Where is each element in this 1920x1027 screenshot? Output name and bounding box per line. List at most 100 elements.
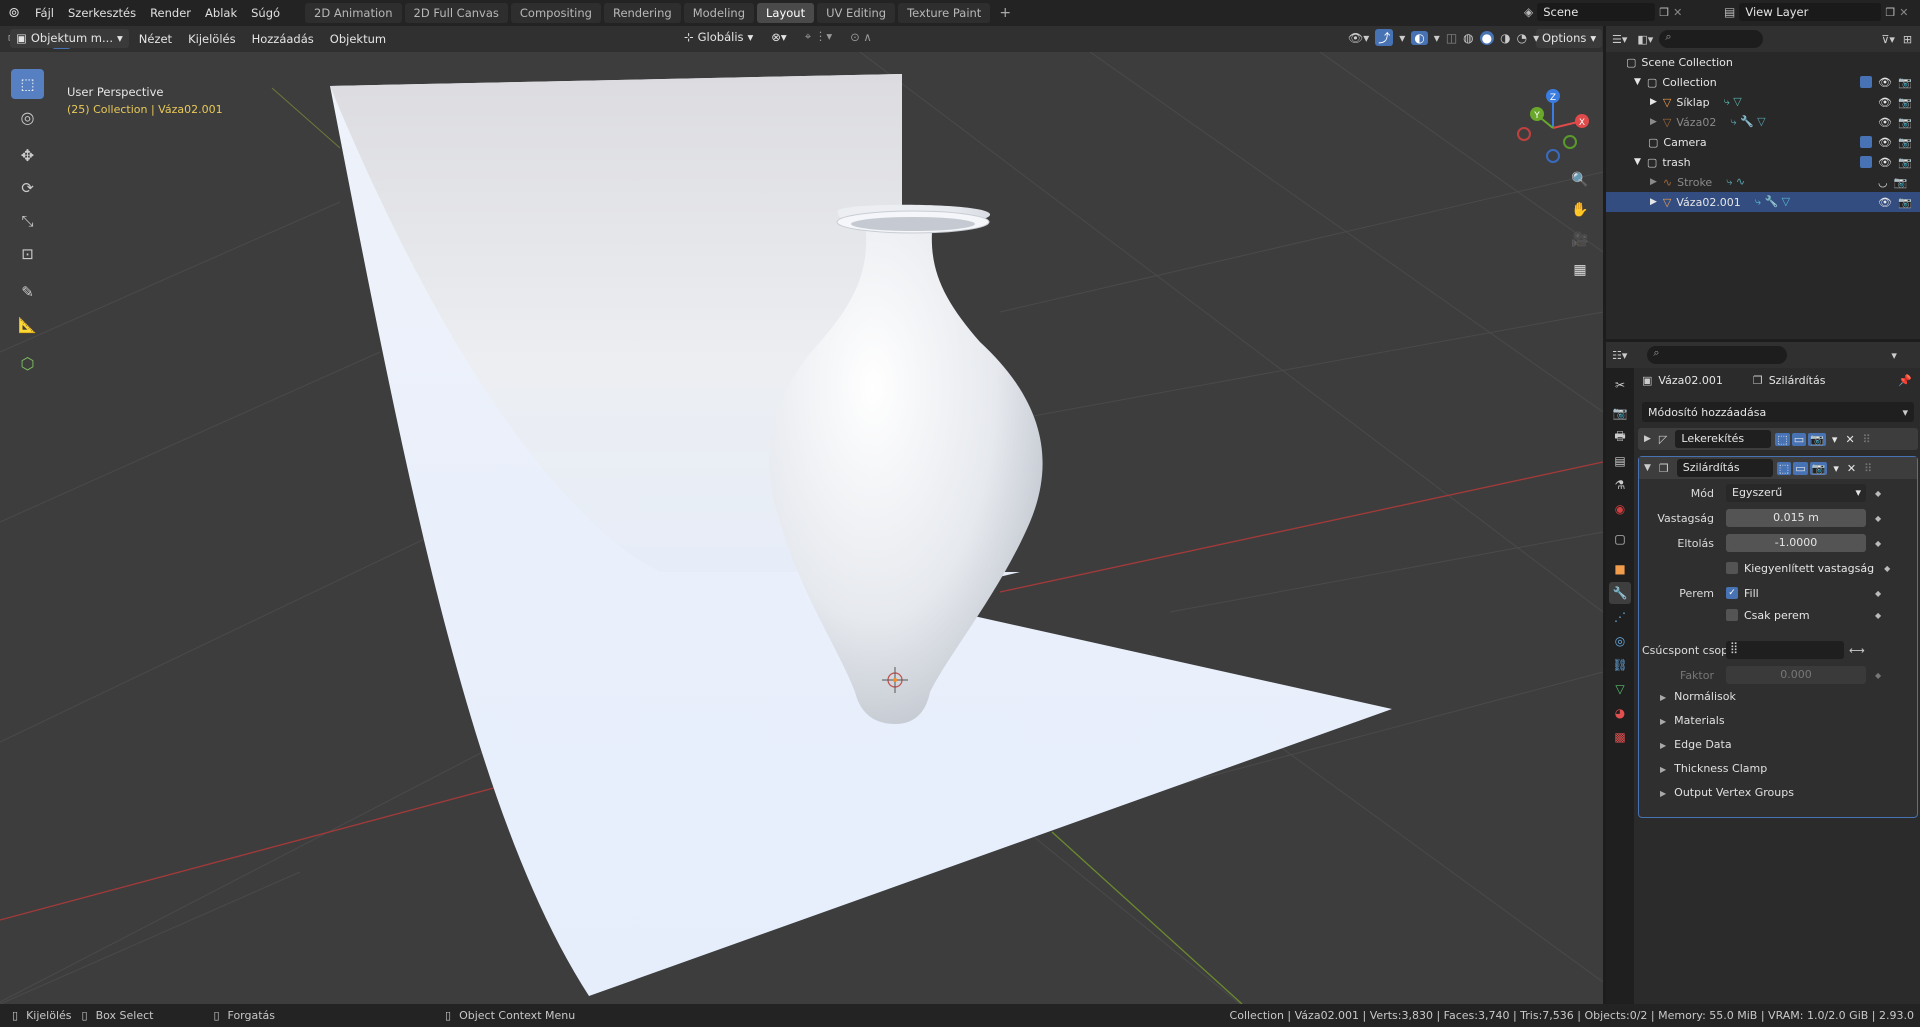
copy-scene-icon[interactable]: ❐ bbox=[1659, 6, 1669, 19]
remove-scene-icon[interactable]: ✕ bbox=[1673, 6, 1682, 19]
eye-icon[interactable]: 👁 bbox=[1878, 76, 1892, 89]
particles-tab-icon[interactable]: ⋰ bbox=[1609, 606, 1631, 628]
copy-view-layer-icon[interactable]: ❐ bbox=[1885, 6, 1895, 19]
outliner-row-vaza02[interactable]: ▶ ▽ Váza02 ⤷ 🔧 ▽ 👁 📷 bbox=[1606, 112, 1920, 132]
overlay-toggle-icon[interactable]: ◐ bbox=[1411, 30, 1428, 45]
subpanel-materials[interactable]: ▶ Materials bbox=[1660, 714, 1725, 727]
render-tab-icon[interactable]: 📷 bbox=[1609, 402, 1631, 424]
display-mode-icon[interactable]: ◧▾ bbox=[1637, 33, 1653, 46]
row-controls[interactable]: 👁 📷 bbox=[1878, 96, 1912, 109]
material-tab-icon[interactable]: ◕ bbox=[1609, 702, 1631, 724]
row-controls[interactable]: ◡ 📷 bbox=[1878, 176, 1907, 189]
render-camera-icon[interactable]: 📷 bbox=[1898, 136, 1912, 149]
tab-rendering[interactable]: Rendering bbox=[603, 3, 681, 23]
navigation-gizmo[interactable]: Z X Y bbox=[1517, 89, 1589, 163]
blender-logo-icon[interactable]: ⊚ bbox=[0, 5, 28, 21]
tab-modeling[interactable]: Modeling bbox=[683, 3, 755, 23]
move-tool-icon[interactable]: ✥ bbox=[11, 140, 44, 170]
pivot-icon[interactable]: ⊗▾ bbox=[765, 30, 792, 44]
row-controls[interactable]: 👁 📷 bbox=[1878, 116, 1912, 129]
gizmo-toggle-icon[interactable]: ⤴ bbox=[1375, 29, 1394, 46]
exclude-checkbox[interactable] bbox=[1860, 75, 1872, 88]
remove-view-layer-icon[interactable]: ✕ bbox=[1899, 6, 1908, 19]
chevron-down-icon[interactable]: ▾ bbox=[1533, 31, 1539, 45]
scale-tool-icon[interactable]: ⤡ bbox=[11, 206, 44, 236]
tab-2d-animation[interactable]: 2D Animation bbox=[305, 3, 402, 23]
camera-view-icon[interactable]: 🎥 bbox=[1566, 226, 1594, 254]
texture-tab-icon[interactable]: ▩ bbox=[1609, 726, 1631, 748]
outliner-editor-icon[interactable]: ☰▾ bbox=[1612, 33, 1627, 46]
render-camera-icon[interactable]: 📷 bbox=[1898, 116, 1912, 129]
expand-arrow-icon[interactable]: ▶ bbox=[1644, 434, 1651, 444]
edit-mode-toggle-icon[interactable]: ⬚ bbox=[1776, 461, 1792, 475]
even-thickness-checkbox[interactable] bbox=[1726, 562, 1738, 574]
eye-icon[interactable]: 👁 bbox=[1878, 196, 1892, 209]
orientation-dropdown[interactable]: ⊹ Globális ▾ bbox=[678, 30, 759, 44]
rendered-shading-icon[interactable]: ◔ bbox=[1517, 31, 1527, 45]
render-camera-icon[interactable]: 📷 bbox=[1894, 176, 1908, 189]
new-collection-icon[interactable]: ⊞ bbox=[1903, 33, 1912, 46]
physics-tab-icon[interactable]: ◎ bbox=[1609, 630, 1631, 652]
world-tab-icon[interactable]: ◉ bbox=[1609, 498, 1631, 520]
render-camera-icon[interactable]: 📷 bbox=[1898, 96, 1912, 109]
only-rim-checkbox[interactable] bbox=[1726, 609, 1738, 621]
eye-icon[interactable]: 👁 bbox=[1878, 116, 1892, 129]
object-mode-dropdown[interactable]: ▣ Objektum m... ▾ bbox=[10, 29, 129, 48]
chevron-down-icon[interactable]: ▾ bbox=[1434, 31, 1440, 45]
outliner-row-stroke[interactable]: ▶ ∿ Stroke ⤷ ∿ ◡ 📷 bbox=[1606, 172, 1920, 192]
keyframe-dot-icon[interactable]: ◆ bbox=[1875, 514, 1881, 523]
view-layer-field[interactable]: View Layer bbox=[1739, 3, 1882, 21]
chevron-down-icon[interactable]: ▾ bbox=[1832, 433, 1838, 446]
solid-shading-icon[interactable]: ● bbox=[1479, 30, 1495, 45]
3d-viewport[interactable]: Z X Y User Perspective (25) Collection |… bbox=[0, 52, 1603, 1004]
expand-arrow-icon[interactable]: ▶ bbox=[1650, 197, 1657, 207]
expand-arrow-icon[interactable]: ▼ bbox=[1634, 77, 1641, 87]
delete-modifier-icon[interactable]: ✕ bbox=[1845, 433, 1854, 446]
outliner-row-scene-collection[interactable]: ▢ Scene Collection bbox=[1606, 52, 1920, 72]
render-camera-icon[interactable]: 📷 bbox=[1898, 76, 1912, 89]
expand-arrow-icon[interactable]: ▶ bbox=[1650, 97, 1657, 107]
properties-editor-icon[interactable]: ☷▾ bbox=[1612, 349, 1627, 362]
outliner-row-camera[interactable]: ▢ Camera 👁 📷 bbox=[1606, 132, 1920, 152]
visibility-icon[interactable]: 👁▾ bbox=[1348, 31, 1369, 45]
scene-field[interactable]: Scene bbox=[1537, 3, 1656, 21]
menu-window[interactable]: Ablak bbox=[198, 0, 244, 26]
cursor-tool-icon[interactable]: ◎ bbox=[11, 102, 44, 132]
transform-tool-icon[interactable]: ⊡ bbox=[11, 239, 44, 269]
row-controls[interactable]: 👁 📷 bbox=[1878, 196, 1912, 209]
wireframe-shading-icon[interactable]: ◍ bbox=[1463, 31, 1473, 45]
modifier-name-field[interactable]: Szilárdítás bbox=[1676, 459, 1773, 477]
eye-hidden-icon[interactable]: ◡ bbox=[1878, 176, 1888, 189]
tab-2d-full-canvas[interactable]: 2D Full Canvas bbox=[404, 3, 508, 23]
offset-field[interactable]: -1.0000 bbox=[1726, 534, 1866, 552]
keyframe-dot-icon[interactable]: ◆ bbox=[1875, 489, 1881, 498]
drag-handle-icon[interactable]: ⠿ bbox=[1863, 433, 1871, 446]
render-toggle-icon[interactable]: 📷 bbox=[1808, 432, 1826, 446]
subpanel-normals[interactable]: ▶ Normálisok bbox=[1660, 690, 1736, 703]
render-camera-icon[interactable]: 📷 bbox=[1898, 156, 1912, 169]
menu-render[interactable]: Render bbox=[143, 0, 198, 26]
snap-icon[interactable]: ⌖ ⋮▾ bbox=[799, 29, 838, 44]
options-dropdown[interactable]: Options ▾ bbox=[1536, 29, 1603, 48]
viewport-toggle-icon[interactable]: ▭ bbox=[1791, 432, 1807, 446]
outliner-row-siklap[interactable]: ▶ ▽ Síklap ⤷ ▽ 👁 📷 bbox=[1606, 92, 1920, 112]
fill-rim-checkbox[interactable]: ✓ bbox=[1726, 587, 1738, 599]
scene-tab-icon[interactable]: ⚗ bbox=[1609, 474, 1631, 496]
view-layer-icon[interactable]: ▤ bbox=[1724, 5, 1735, 19]
rotate-tool-icon[interactable]: ⟳ bbox=[11, 173, 44, 203]
filter-icon[interactable]: ⊽▾ bbox=[1881, 33, 1895, 46]
eye-icon[interactable]: 👁 bbox=[1878, 156, 1892, 169]
zoom-icon[interactable]: 🔍 bbox=[1566, 166, 1594, 194]
add-modifier-dropdown[interactable]: Módosító hozzáadása ▾ bbox=[1642, 402, 1914, 422]
row-controls[interactable]: 👁 📷 bbox=[1860, 155, 1912, 169]
scene-icon[interactable]: ◈ bbox=[1524, 5, 1533, 19]
measure-tool-icon[interactable]: 📐 bbox=[11, 310, 44, 340]
add-workspace-button[interactable]: + bbox=[993, 5, 1017, 21]
render-camera-icon[interactable]: 📷 bbox=[1898, 196, 1912, 209]
factor-field[interactable]: 0.000 bbox=[1726, 666, 1866, 684]
eye-icon[interactable]: 👁 bbox=[1878, 96, 1892, 109]
exclude-checkbox[interactable] bbox=[1860, 155, 1872, 168]
properties-search-input[interactable]: ⌕ bbox=[1647, 346, 1788, 364]
select-box-tool-icon[interactable]: ⬚ bbox=[11, 69, 44, 99]
invert-vertex-group-icon[interactable]: ⟷ bbox=[1849, 644, 1865, 657]
